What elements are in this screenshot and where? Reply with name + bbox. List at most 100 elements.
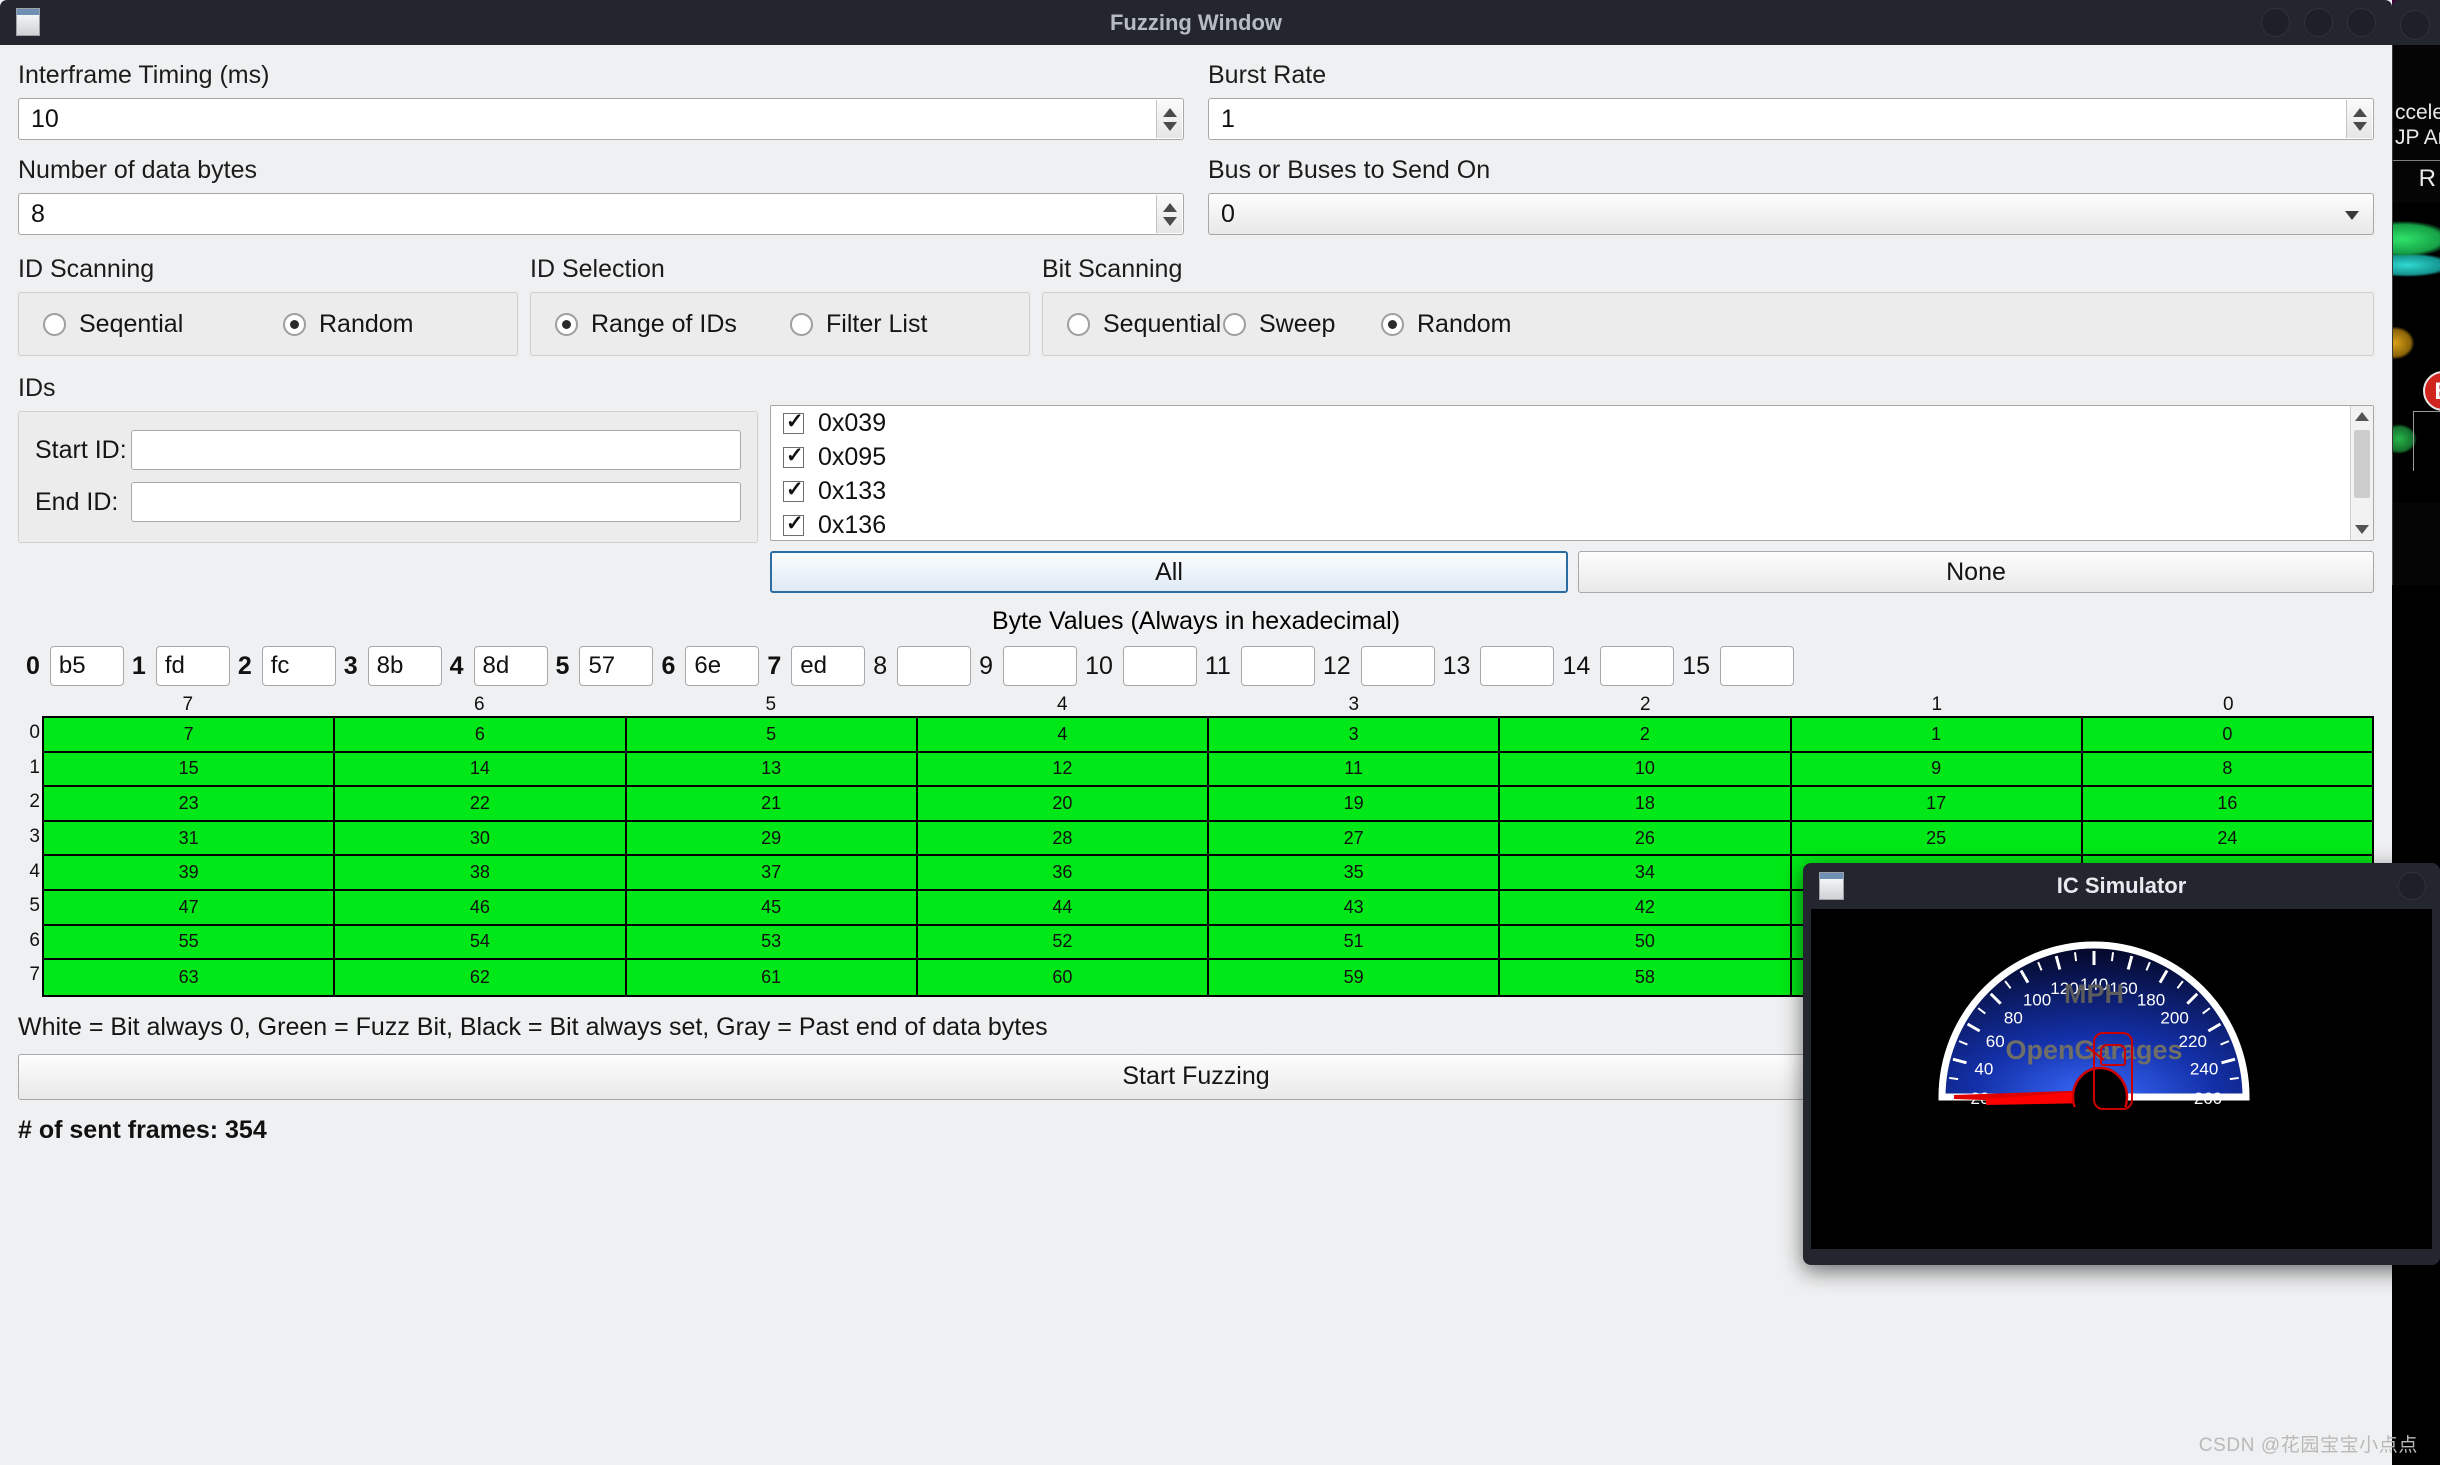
chevron-up-icon[interactable]: [2352, 107, 2367, 117]
bit-cell[interactable]: 26: [1500, 821, 1792, 857]
bit-cell[interactable]: 62: [335, 960, 627, 995]
end-id-input[interactable]: [131, 482, 741, 522]
radio-icon[interactable]: [283, 312, 306, 336]
bit-cell[interactable]: 50: [1500, 925, 1792, 961]
chevron-up-icon[interactable]: [1162, 202, 1177, 212]
radio-id-selection-range[interactable]: Range of IDs: [555, 310, 790, 339]
byte-input-11[interactable]: [1240, 646, 1315, 686]
select-all-button[interactable]: All: [770, 551, 1568, 593]
bit-cell[interactable]: 43: [1209, 890, 1501, 926]
chevron-down-icon[interactable]: [1162, 216, 1177, 226]
bit-cell[interactable]: 2: [1500, 718, 1792, 753]
byte-input-2[interactable]: fc: [261, 646, 336, 686]
byte-input-0[interactable]: b5: [49, 646, 124, 686]
bit-cell[interactable]: 11: [1209, 752, 1501, 788]
byte-input-4[interactable]: 8d: [473, 646, 548, 686]
bit-cell[interactable]: 20: [917, 787, 1209, 822]
ic-simulator-titlebar[interactable]: IC Simulator: [1803, 863, 2440, 909]
bit-cell[interactable]: 44: [917, 890, 1209, 926]
start-id-input[interactable]: [131, 430, 741, 470]
fuzzing-window-titlebar[interactable]: Fuzzing Window: [0, 0, 2392, 45]
radio-id-scanning-random[interactable]: Random: [283, 310, 414, 339]
byte-input-7[interactable]: ed: [791, 646, 866, 686]
select-none-button[interactable]: None: [1578, 551, 2374, 593]
chevron-up-icon[interactable]: [1162, 107, 1177, 117]
bit-cell[interactable]: 39: [44, 856, 336, 891]
radio-icon[interactable]: [1223, 312, 1246, 336]
bit-cell[interactable]: 58: [1500, 960, 1792, 995]
checkbox-icon[interactable]: [783, 511, 804, 536]
list-item[interactable]: 0x136: [771, 508, 2373, 540]
bit-cell[interactable]: 10: [1500, 752, 1792, 788]
bit-cell[interactable]: 1: [1791, 718, 2083, 753]
bit-cell[interactable]: 19: [1209, 787, 1501, 822]
bit-cell[interactable]: 29: [626, 821, 918, 857]
bit-cell[interactable]: 60: [917, 960, 1209, 995]
list-scrollbar[interactable]: [2350, 406, 2373, 540]
bit-cell[interactable]: 8: [2082, 752, 2374, 788]
bit-cell[interactable]: 16: [2082, 787, 2374, 822]
bit-cell[interactable]: 63: [44, 960, 336, 995]
bit-cell[interactable]: 17: [1791, 787, 2083, 822]
bit-cell[interactable]: 7: [44, 718, 336, 753]
radio-id-selection-filter[interactable]: Filter List: [790, 310, 927, 339]
radio-icon[interactable]: [1381, 312, 1404, 336]
bit-cell[interactable]: 0: [2082, 718, 2374, 753]
bit-cell[interactable]: 6: [335, 718, 627, 753]
radio-bit-scanning-sequential[interactable]: Sequential: [1067, 310, 1223, 339]
number-of-data-bytes-stepper[interactable]: [1156, 195, 1182, 233]
bit-cell[interactable]: 55: [44, 925, 336, 961]
bit-cell[interactable]: 31: [44, 821, 336, 857]
interframe-timing-stepper[interactable]: [1156, 100, 1182, 138]
bit-cell[interactable]: 52: [917, 925, 1209, 961]
bit-cell[interactable]: 9: [1791, 752, 2083, 788]
bit-cell[interactable]: 23: [44, 787, 336, 822]
byte-input-9[interactable]: [1003, 646, 1078, 686]
checkbox-icon[interactable]: [783, 409, 804, 434]
bit-cell[interactable]: 24: [2082, 821, 2374, 857]
bit-cell[interactable]: 27: [1209, 821, 1501, 857]
burst-rate-input[interactable]: 1: [1208, 98, 2374, 140]
bit-cell[interactable]: 4: [917, 718, 1209, 753]
checkbox-icon[interactable]: [783, 443, 804, 468]
radio-icon[interactable]: [43, 312, 66, 336]
bit-cell[interactable]: 34: [1500, 856, 1792, 891]
bit-cell[interactable]: 12: [917, 752, 1209, 788]
chevron-down-icon[interactable]: [2352, 121, 2367, 131]
bit-cell[interactable]: 21: [626, 787, 918, 822]
bit-cell[interactable]: 5: [626, 718, 918, 753]
burst-rate-stepper[interactable]: [2346, 100, 2372, 138]
bit-cell[interactable]: 37: [626, 856, 918, 891]
radio-bit-scanning-random[interactable]: Random: [1381, 310, 1512, 339]
bit-cell[interactable]: 46: [335, 890, 627, 926]
ic-simulator-close-button[interactable]: [2398, 872, 2426, 900]
bit-cell[interactable]: 47: [44, 890, 336, 926]
background-window-button[interactable]: [2400, 10, 2430, 40]
bit-cell[interactable]: 38: [335, 856, 627, 891]
bit-cell[interactable]: 45: [626, 890, 918, 926]
bit-cell[interactable]: 54: [335, 925, 627, 961]
close-button[interactable]: [2347, 8, 2376, 37]
byte-input-5[interactable]: 57: [579, 646, 654, 686]
bit-cell[interactable]: 13: [626, 752, 918, 788]
radio-id-scanning-sequential[interactable]: Seqential: [43, 310, 283, 339]
number-of-data-bytes-input[interactable]: 8: [18, 193, 1184, 235]
list-item[interactable]: 0x133: [771, 474, 2373, 508]
bit-cell[interactable]: 36: [917, 856, 1209, 891]
bus-select[interactable]: 0: [1208, 193, 2374, 235]
scroll-up-button[interactable]: [2351, 406, 2373, 427]
maximize-button[interactable]: [2304, 8, 2333, 37]
bit-cell[interactable]: 42: [1500, 890, 1792, 926]
byte-input-6[interactable]: 6e: [685, 646, 760, 686]
bit-cell[interactable]: 22: [335, 787, 627, 822]
bit-cell[interactable]: 15: [44, 752, 336, 788]
id-checkbox-list[interactable]: 0x039 0x095 0x133 0x136: [770, 405, 2374, 541]
scroll-down-button[interactable]: [2351, 519, 2373, 540]
bit-cell[interactable]: 14: [335, 752, 627, 788]
byte-input-15[interactable]: [1720, 646, 1795, 686]
chevron-down-icon[interactable]: [1162, 121, 1177, 131]
byte-input-14[interactable]: [1600, 646, 1675, 686]
byte-input-1[interactable]: fd: [155, 646, 230, 686]
bit-cell[interactable]: 61: [626, 960, 918, 995]
interframe-timing-input[interactable]: 10: [18, 98, 1184, 140]
